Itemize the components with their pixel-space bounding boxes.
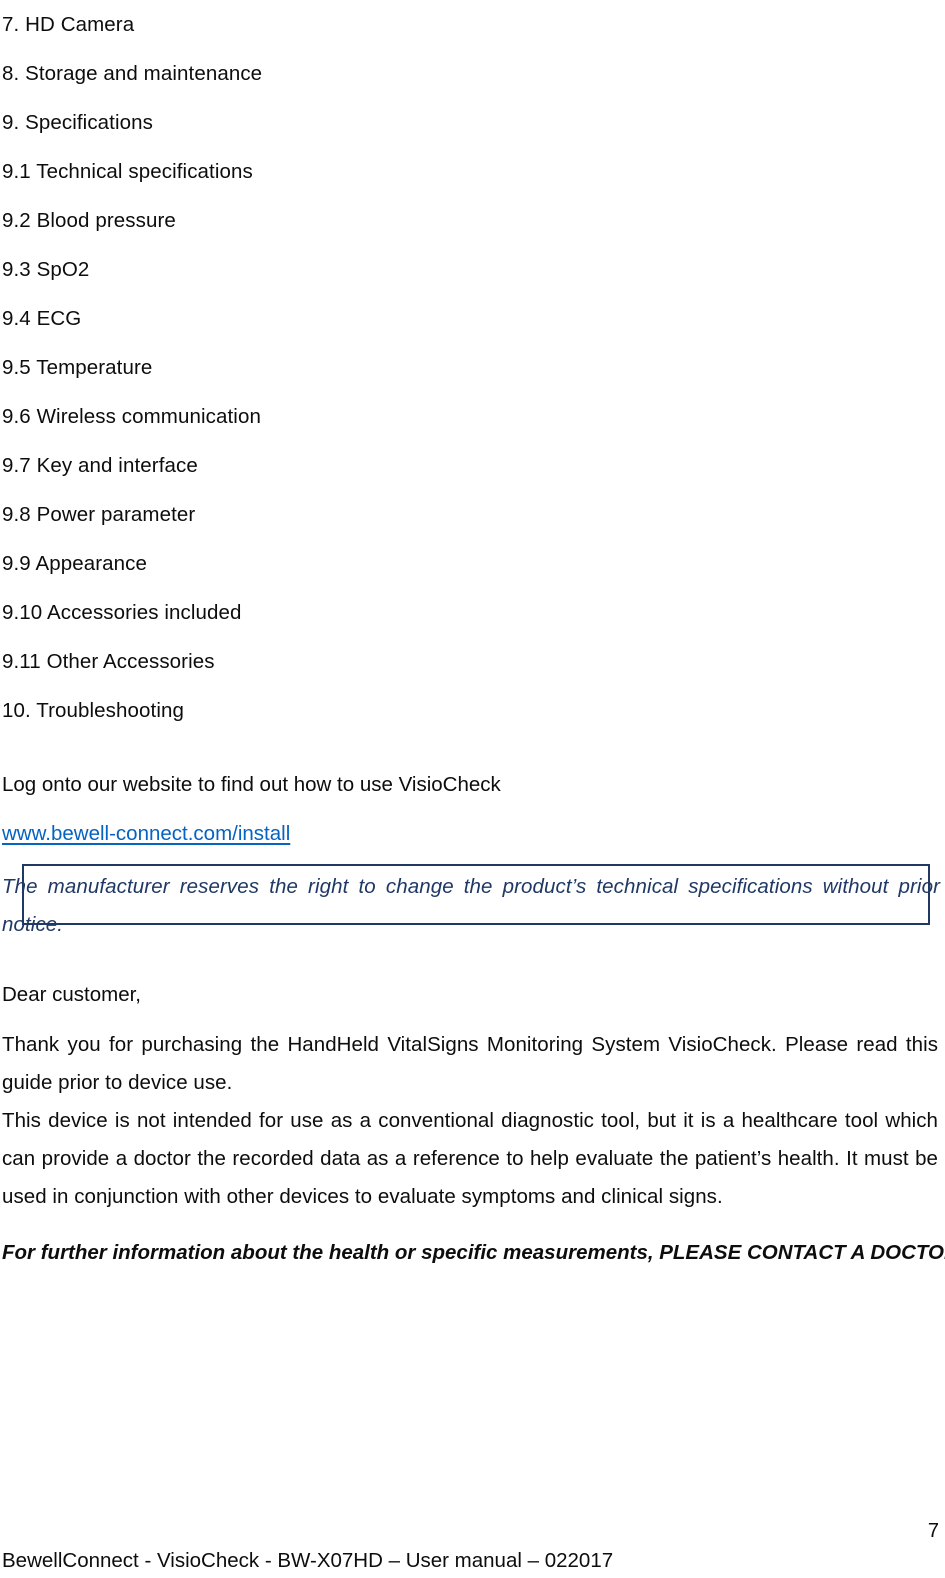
footer-text: BewellConnect - VisioCheck - BW-X07HD – … bbox=[2, 1549, 614, 1572]
toc-entry[interactable]: 9.7 Key and interface bbox=[2, 441, 602, 490]
toc-entry[interactable]: 8. Storage and maintenance bbox=[2, 49, 602, 98]
toc-entry[interactable]: 9.8 Power parameter bbox=[2, 490, 602, 539]
letter-paragraph-1: Thank you for purchasing the HandHeld Vi… bbox=[2, 1033, 938, 1094]
toc-entry[interactable]: 9.3 SpO2 bbox=[2, 245, 602, 294]
letter-greeting: Dear customer, bbox=[2, 983, 141, 1006]
toc-entry[interactable]: 10. Troubleshooting bbox=[2, 686, 602, 735]
toc-entry[interactable]: 9.6 Wireless communication bbox=[2, 392, 602, 441]
toc-entry[interactable]: 9. Specifications bbox=[2, 98, 602, 147]
toc-entry[interactable]: 9.5 Temperature bbox=[2, 343, 602, 392]
toc-entry[interactable]: 9.1 Technical specifications bbox=[2, 147, 602, 196]
website-intro-text: Log onto our website to find out how to … bbox=[2, 773, 501, 796]
toc-entry[interactable]: 9.4 ECG bbox=[2, 294, 602, 343]
toc-entry[interactable]: 9.10 Accessories included bbox=[2, 588, 602, 637]
letter-closing-note: For further information about the health… bbox=[2, 1241, 945, 1264]
page-number: 7 bbox=[927, 1520, 939, 1542]
toc-entry[interactable]: 9.2 Blood pressure bbox=[2, 196, 602, 245]
manufacturer-notice-text: The manufacturer reserves the right to c… bbox=[2, 875, 940, 936]
toc-entry[interactable]: 9.9 Appearance bbox=[2, 539, 602, 588]
website-url-link[interactable]: www.bewell-connect.com/install bbox=[2, 820, 290, 848]
letter-paragraph-2: This device is not intended for use as a… bbox=[2, 1109, 938, 1208]
table-of-contents: 7. HD Camera 8. Storage and maintenance … bbox=[2, 0, 602, 735]
toc-entry[interactable]: 9.11 Other Accessories bbox=[2, 637, 602, 686]
document-page: 7. HD Camera 8. Storage and maintenance … bbox=[0, 0, 945, 1578]
toc-entry[interactable]: 7. HD Camera bbox=[2, 0, 602, 49]
